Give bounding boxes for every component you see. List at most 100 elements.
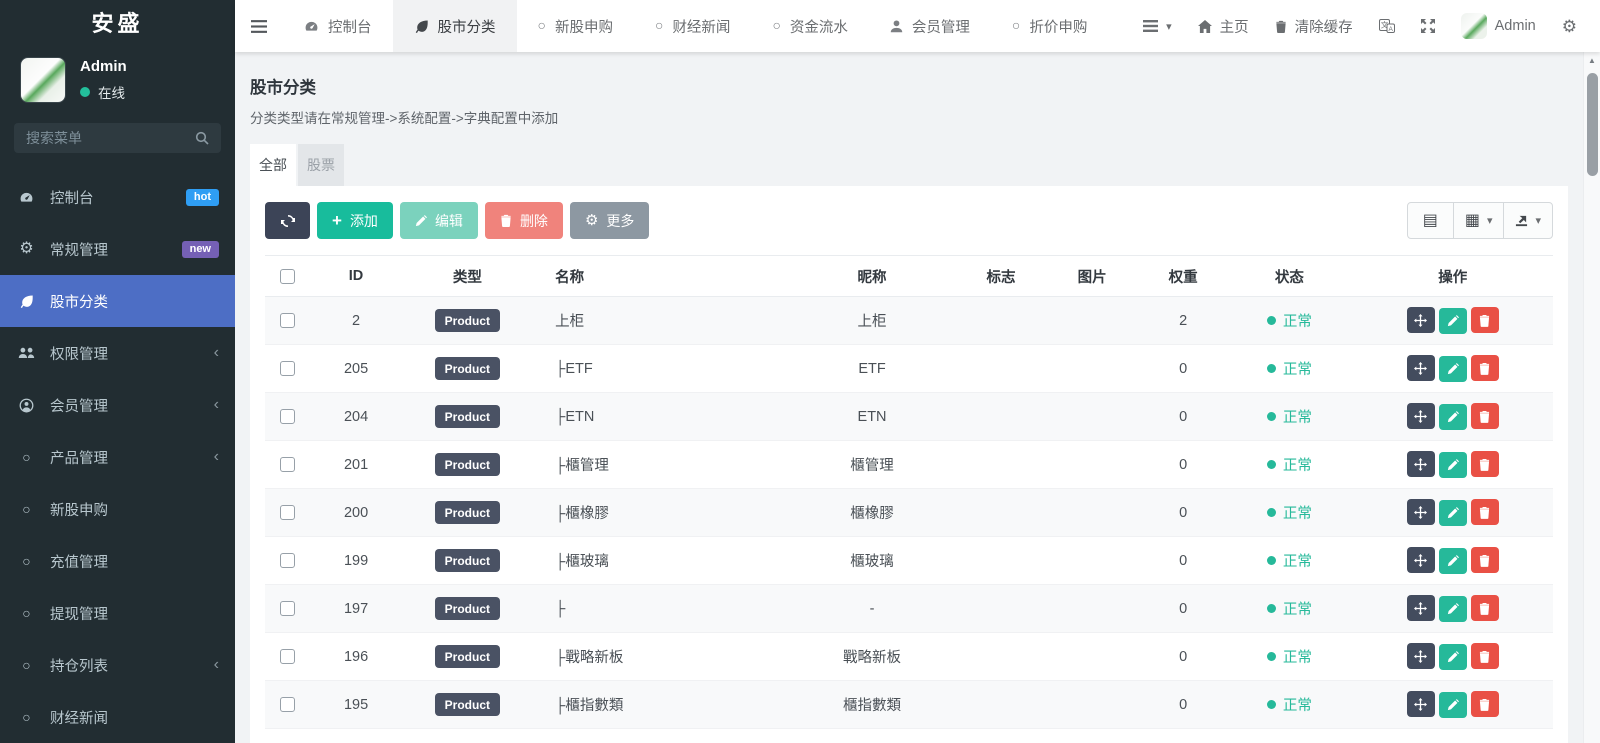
row-delete-button[interactable] [1471, 691, 1499, 717]
status-dot-icon [1267, 700, 1276, 709]
sidebar-item-badge: hot [186, 189, 219, 206]
row-drag-button[interactable] [1407, 691, 1435, 717]
row-drag-button[interactable] [1407, 307, 1435, 333]
type-cell: Product [402, 297, 534, 345]
row-checkbox[interactable] [280, 505, 295, 520]
delete-button[interactable]: 删除 [485, 202, 563, 239]
tab-list-dropdown[interactable]: ▾ [1130, 0, 1185, 52]
home-link[interactable]: 主页 [1185, 0, 1262, 52]
sidebar-item[interactable]: 控制台hot [0, 171, 235, 223]
row-delete-button[interactable] [1471, 307, 1499, 333]
row-edit-button[interactable] [1439, 644, 1467, 670]
row-edit-button[interactable] [1439, 308, 1467, 334]
row-drag-button[interactable] [1407, 643, 1435, 669]
refresh-button[interactable] [265, 202, 310, 239]
topbar-tab[interactable]: ○资金流水 [751, 0, 868, 52]
row-checkbox[interactable] [280, 409, 295, 424]
scrollbar[interactable]: ▲ [1583, 52, 1600, 743]
sidebar-item[interactable]: 会员管理‹ [0, 379, 235, 431]
row-edit-button[interactable] [1439, 404, 1467, 430]
row-checkbox[interactable] [280, 697, 295, 712]
edit-button[interactable]: 编辑 [400, 202, 478, 239]
row-edit-button[interactable] [1439, 500, 1467, 526]
menu-search-input[interactable] [26, 130, 176, 146]
row-checkbox[interactable] [280, 601, 295, 616]
detail-view-button[interactable]: ▤ [1408, 203, 1453, 238]
type-badge: Product [435, 645, 500, 668]
row-drag-button[interactable] [1407, 403, 1435, 429]
status-badge: 正常 [1267, 550, 1312, 571]
columns-button[interactable]: ▦ ▾ [1453, 203, 1504, 238]
row-delete-button[interactable] [1471, 451, 1499, 477]
sidebar-item[interactable]: ○持仓列表‹ [0, 639, 235, 691]
scrollbar-up-arrow[interactable]: ▲ [1584, 52, 1600, 69]
sidebar-item[interactable]: 权限管理‹ [0, 327, 235, 379]
row-checkbox[interactable] [280, 457, 295, 472]
fullscreen-button[interactable] [1408, 0, 1448, 52]
table-row: 195Product├櫃指數類櫃指數類0正常 [265, 681, 1553, 729]
sidebar-menu: 控制台hot⚙常规管理new股市分类权限管理‹会员管理‹○产品管理‹○新股申购○… [0, 165, 235, 743]
search-icon[interactable] [195, 131, 209, 145]
user-status: 在线 [80, 82, 127, 102]
row-drag-button[interactable] [1407, 499, 1435, 525]
row-drag-button[interactable] [1407, 547, 1435, 573]
status-dot-icon [1267, 604, 1276, 613]
row-delete-button[interactable] [1471, 355, 1499, 381]
row-checkbox[interactable] [280, 553, 295, 568]
add-button[interactable]: + 添加 [317, 202, 393, 239]
sidebar-item[interactable]: ○财经新闻 [0, 691, 235, 743]
row-checkbox[interactable] [280, 649, 295, 664]
row-edit-button[interactable] [1439, 452, 1467, 478]
sidebar-item[interactable]: 股市分类 [0, 275, 235, 327]
sidebar-item[interactable]: ○充值管理 [0, 535, 235, 587]
topbar-tab[interactable]: 股市分类 [393, 0, 517, 52]
row-delete-button[interactable] [1471, 403, 1499, 429]
nickname-cell: ETN [786, 393, 958, 441]
weight-cell: 0 [1140, 393, 1226, 441]
row-edit-button[interactable] [1439, 596, 1467, 622]
row-delete-button[interactable] [1471, 643, 1499, 669]
row-checkbox[interactable] [280, 361, 295, 376]
export-button[interactable]: ▾ [1503, 203, 1552, 238]
more-button[interactable]: ⚙ 更多 [570, 202, 649, 239]
type-badge: Product [435, 357, 500, 380]
row-delete-button[interactable] [1471, 499, 1499, 525]
row-edit-button[interactable] [1439, 356, 1467, 382]
topbar-tab[interactable]: 会员管理 [869, 0, 991, 52]
row-edit-button[interactable] [1439, 548, 1467, 574]
row-delete-button[interactable] [1471, 595, 1499, 621]
row-drag-button[interactable] [1407, 595, 1435, 621]
topbar-tab[interactable]: ○财经新闻 [634, 0, 751, 52]
row-select-cell [265, 585, 311, 633]
select-all-checkbox[interactable] [280, 269, 295, 284]
topbar-tab[interactable]: 控制台 [283, 0, 393, 52]
move-icon [1414, 506, 1427, 519]
sidebar-item[interactable]: ○提现管理 [0, 587, 235, 639]
sidebar-item[interactable]: ○产品管理‹ [0, 431, 235, 483]
chevron-left-icon: ‹ [214, 656, 219, 674]
filter-tab[interactable]: 股票 [298, 144, 344, 186]
sidebar-toggle-button[interactable] [235, 0, 283, 52]
row-checkbox[interactable] [280, 313, 295, 328]
filter-tabstrip: 全部股票 [250, 144, 1568, 186]
weight-cell: 0 [1140, 489, 1226, 537]
user-menu[interactable]: Admin [1448, 0, 1549, 52]
status-label: 正常 [1283, 502, 1312, 523]
clear-cache-button[interactable]: 清除缓存 [1262, 0, 1366, 52]
sidebar-item[interactable]: ○新股申购 [0, 483, 235, 535]
brand-title: 安盛 [0, 0, 235, 43]
row-drag-button[interactable] [1407, 451, 1435, 477]
row-edit-button[interactable] [1439, 692, 1467, 718]
scrollbar-thumb[interactable] [1587, 73, 1598, 176]
column-header: ID [311, 256, 402, 297]
topbar-tab[interactable]: ○新股申购 [517, 0, 634, 52]
filter-tab[interactable]: 全部 [250, 144, 296, 186]
topbar-tab[interactable]: ○折价申购 [991, 0, 1108, 52]
row-delete-button[interactable] [1471, 547, 1499, 573]
status-badge: 正常 [1267, 502, 1312, 523]
sidebar-item[interactable]: ⚙常规管理new [0, 223, 235, 275]
language-button[interactable]: 文A [1366, 0, 1408, 52]
user-icon [890, 20, 903, 33]
settings-button[interactable]: ⚙ [1549, 0, 1590, 52]
row-drag-button[interactable] [1407, 355, 1435, 381]
